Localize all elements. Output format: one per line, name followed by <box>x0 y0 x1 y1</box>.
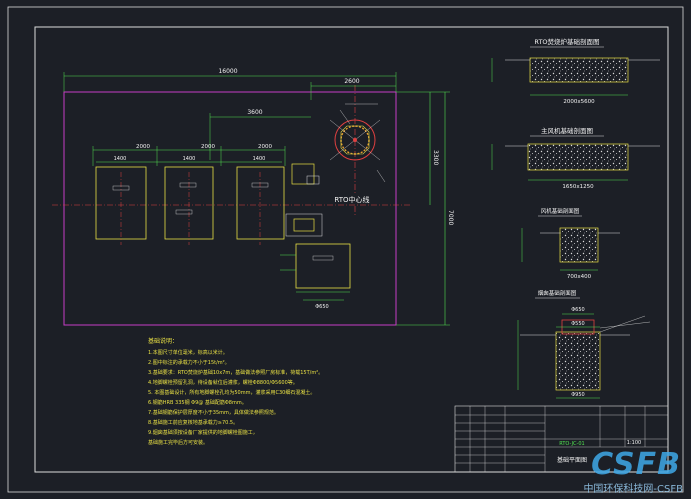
note-line-8: 8.基础施工前应复核地基承载力≥70.5。 <box>148 419 238 426</box>
cad-drawing-canvas: 16000 2600 3600 2000 2000 2000 1400 1400… <box>0 0 691 499</box>
section-2-dim: 1650x1250 <box>562 184 594 190</box>
section-1-dim: 2000x5600 <box>563 99 595 105</box>
note-line-3: 3.基础要求：RTO焚烧炉基础10x7m，基础做法参照厂房标准，荷载15T/m²… <box>148 369 323 376</box>
equipment-box-a <box>291 163 315 185</box>
section-4-concrete <box>555 331 601 391</box>
section-4-dim-c: Φ950 <box>571 392 584 398</box>
fan-foundation-3 <box>236 166 285 240</box>
section-rto-foundation: RTO焚烧炉基础剖面图 2000x5600 <box>491 37 660 105</box>
section-3-dim: 700x400 <box>567 274 592 280</box>
section-3-title: 风机基础剖面图 <box>541 207 580 215</box>
main-fan-foundation <box>295 243 351 289</box>
cad-drawing: 16000 2600 3600 2000 2000 2000 1400 1400… <box>7 6 684 493</box>
site-plan: 16000 2600 3600 2000 2000 2000 1400 1400… <box>52 68 454 326</box>
watermark-text: 中国环保科技网-CSFB <box>583 484 683 495</box>
section-4-dim-b: Φ550 <box>571 321 584 327</box>
dim-text-2000-c: 2000 <box>258 144 272 150</box>
equipment-box-b <box>285 213 323 237</box>
dim-text-1400-c: 1400 <box>253 156 266 162</box>
dim-text-2000-a: 2000 <box>136 144 150 150</box>
dim-text-right-b: 7000 <box>447 210 454 225</box>
watermark: CSFB 中国环保科技网-CSFB <box>535 447 685 495</box>
notes-block: 基础说明： 1.本图尺寸单位毫米，标高以米计。 2.图中标注的承载力不小于15t… <box>148 337 323 446</box>
section-fan-foundation: 风机基础剖面图 700x400 <box>521 207 620 280</box>
section-4-dim-a: Φ650 <box>571 307 584 313</box>
section-chimney-foundation: 烟囱基础剖面图 Φ650 Φ550 Φ950 <box>517 289 651 399</box>
rto-centerline-label: RTO中心线 <box>334 195 369 204</box>
dim-text-1400-b: 1400 <box>183 156 196 162</box>
dim-text-2600: 2600 <box>344 78 359 85</box>
dim-text-3600: 3600 <box>247 109 262 116</box>
watermark-logo: CSFB <box>591 447 681 482</box>
section-2-concrete <box>527 143 629 171</box>
note-line-9: 9.烟囱基础须按设备厂家提供的地脚螺栓图施工， <box>148 429 258 436</box>
note-line-1: 1.本图尺寸单位毫米，标高以米计。 <box>148 349 228 356</box>
section-4-title: 烟囱基础剖面图 <box>538 289 577 297</box>
dim-text-2000-b: 2000 <box>201 144 215 150</box>
dim-text-overall: 16000 <box>218 68 237 75</box>
notes-title: 基础说明： <box>148 337 178 345</box>
section-3-concrete <box>559 227 599 263</box>
note-line-7: 7.基础钢筋保护层厚度不小于35mm，具体做法参照规范。 <box>148 409 279 416</box>
section-1-concrete <box>529 57 629 83</box>
dim-text-1400-a: 1400 <box>114 156 127 162</box>
note-line-4: 4.地脚螺栓预留孔洞，待设备就位后灌浆，螺栓Φ8800/Φ5600等。 <box>148 379 298 386</box>
dim-text-right-a: 3300 <box>432 150 439 165</box>
note-line-5: 5. 本图基础设计，所有地脚螺栓孔均为50mm，灌浆采用C30细石混凝土。 <box>148 389 315 396</box>
dim-text-phi650: Φ650 <box>315 304 328 310</box>
section-main-fan-foundation: 主风机基础剖面图 1650x1250 <box>491 126 660 190</box>
title-scale: 1:100 <box>627 440 641 446</box>
note-line-6: 6.钢筋HRB 335钢 Φ9@ 基础配筋Φ8mm。 <box>148 399 247 406</box>
section-1-title: RTO焚烧炉基础剖面图 <box>534 37 599 46</box>
note-line-10: 基础施工完毕后方可安装。 <box>148 439 208 446</box>
section-2-title: 主风机基础剖面图 <box>541 126 593 135</box>
note-line-2: 2.图中标注的承载力不小于15t/m²。 <box>148 359 230 366</box>
